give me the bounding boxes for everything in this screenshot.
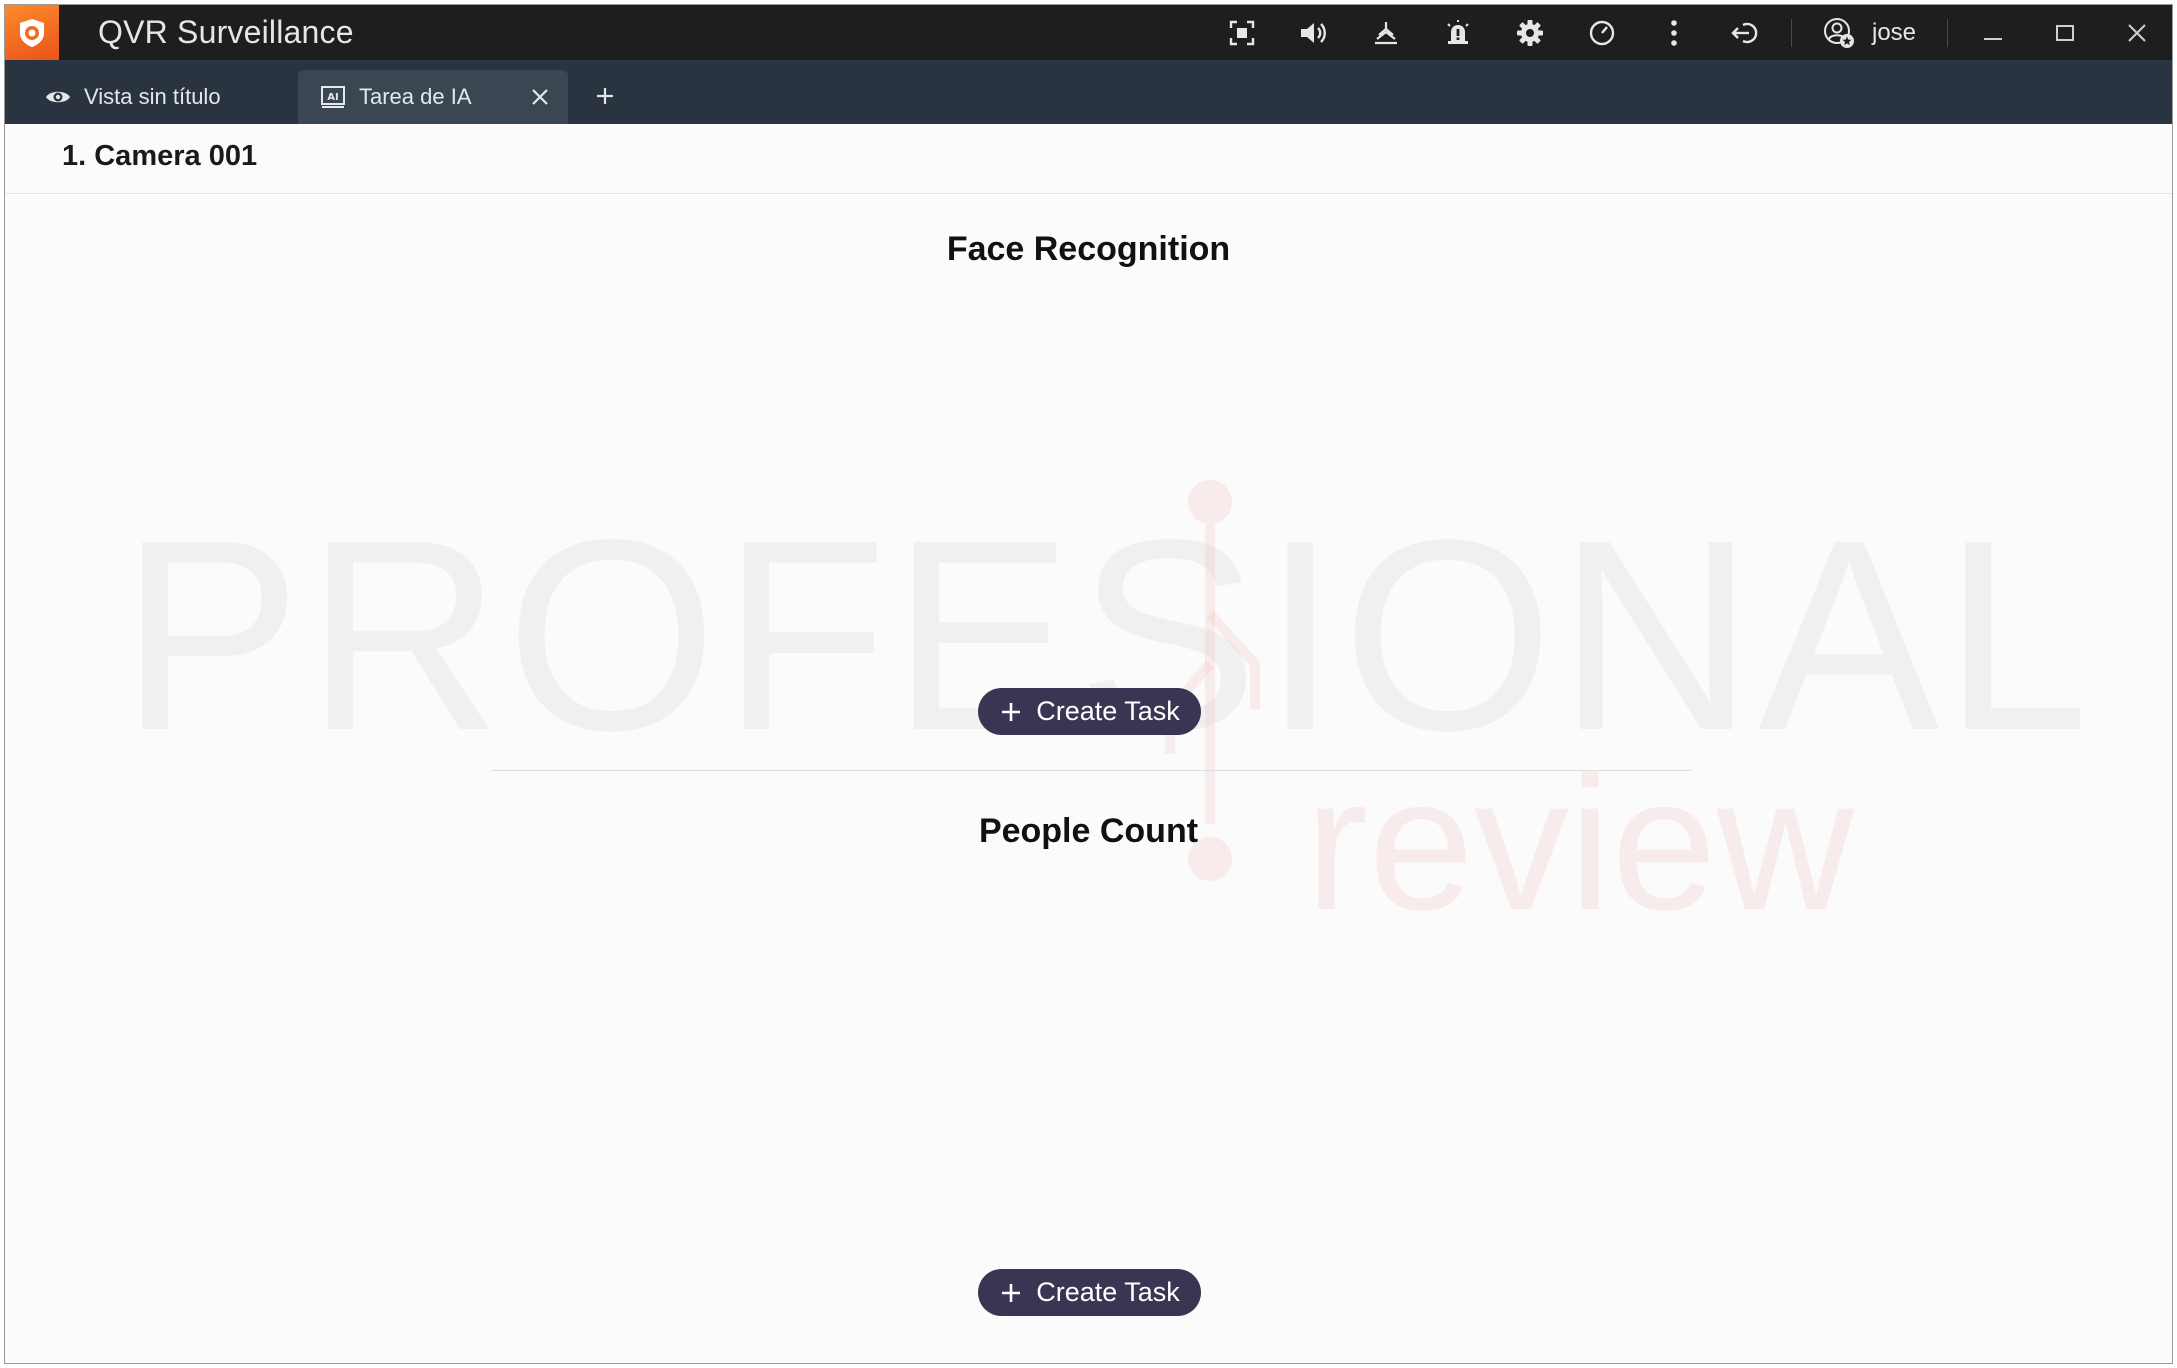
layers-icon[interactable]	[1367, 14, 1405, 52]
section-title-people-count: People Count	[978, 812, 1199, 850]
section-divider	[491, 770, 1691, 771]
user-name[interactable]: jose	[1872, 5, 1916, 60]
camera-header: 1. Camera 001	[5, 124, 2172, 194]
tab-vista-sin-titulo[interactable]: Vista sin título	[5, 70, 295, 124]
app-logo-icon	[5, 5, 59, 60]
create-task-button-people-count[interactable]: Create Task	[978, 1269, 1201, 1316]
section-title-face-recognition: Face Recognition	[946, 230, 1231, 268]
main-content: 1. Camera 001 PROFESIONAL review Face Re…	[5, 124, 2172, 1363]
alarm-icon[interactable]	[1439, 14, 1477, 52]
speed-icon[interactable]	[1583, 14, 1621, 52]
more-vertical-icon[interactable]	[1655, 14, 1693, 52]
toolbar-separator	[1791, 19, 1792, 47]
title-bar: QVR Surveillance jose	[5, 5, 2172, 60]
eye-icon	[45, 84, 71, 110]
ai-icon: AI	[320, 84, 346, 110]
camera-title: 1. Camera 001	[62, 140, 258, 172]
fullscreen-icon[interactable]	[1223, 14, 1261, 52]
app-window: QVR Surveillance jose Vista sin título A…	[4, 4, 2173, 1364]
create-task-button-face-recognition[interactable]: Create Task	[978, 688, 1201, 735]
close-icon[interactable]	[2118, 14, 2156, 52]
tab-label: Tarea de IA	[359, 84, 472, 109]
app-title: QVR Surveillance	[98, 14, 354, 50]
minimize-icon[interactable]	[1974, 14, 2012, 52]
add-tab-icon[interactable]	[585, 76, 625, 116]
tab-tarea-de-ia[interactable]: AI Tarea de IA	[298, 70, 568, 124]
plus-icon	[999, 700, 1023, 724]
logout-icon[interactable]	[1727, 14, 1765, 52]
create-task-label: Create Task	[1036, 696, 1180, 726]
tab-bar: Vista sin título AI Tarea de IA	[5, 60, 2172, 124]
tab-close-icon[interactable]	[526, 83, 554, 111]
toolbar-separator	[1947, 19, 1948, 47]
create-task-label: Create Task	[1036, 1277, 1180, 1307]
svg-text:AI: AI	[327, 92, 338, 103]
plus-icon	[999, 1281, 1023, 1305]
volume-icon[interactable]	[1295, 14, 1333, 52]
watermark-text-line1: PROFESIONAL	[120, 483, 2080, 787]
tab-label: Vista sin título	[84, 84, 221, 109]
user-icon[interactable]	[1820, 14, 1858, 52]
gear-icon[interactable]	[1511, 14, 1549, 52]
maximize-icon[interactable]	[2046, 14, 2084, 52]
